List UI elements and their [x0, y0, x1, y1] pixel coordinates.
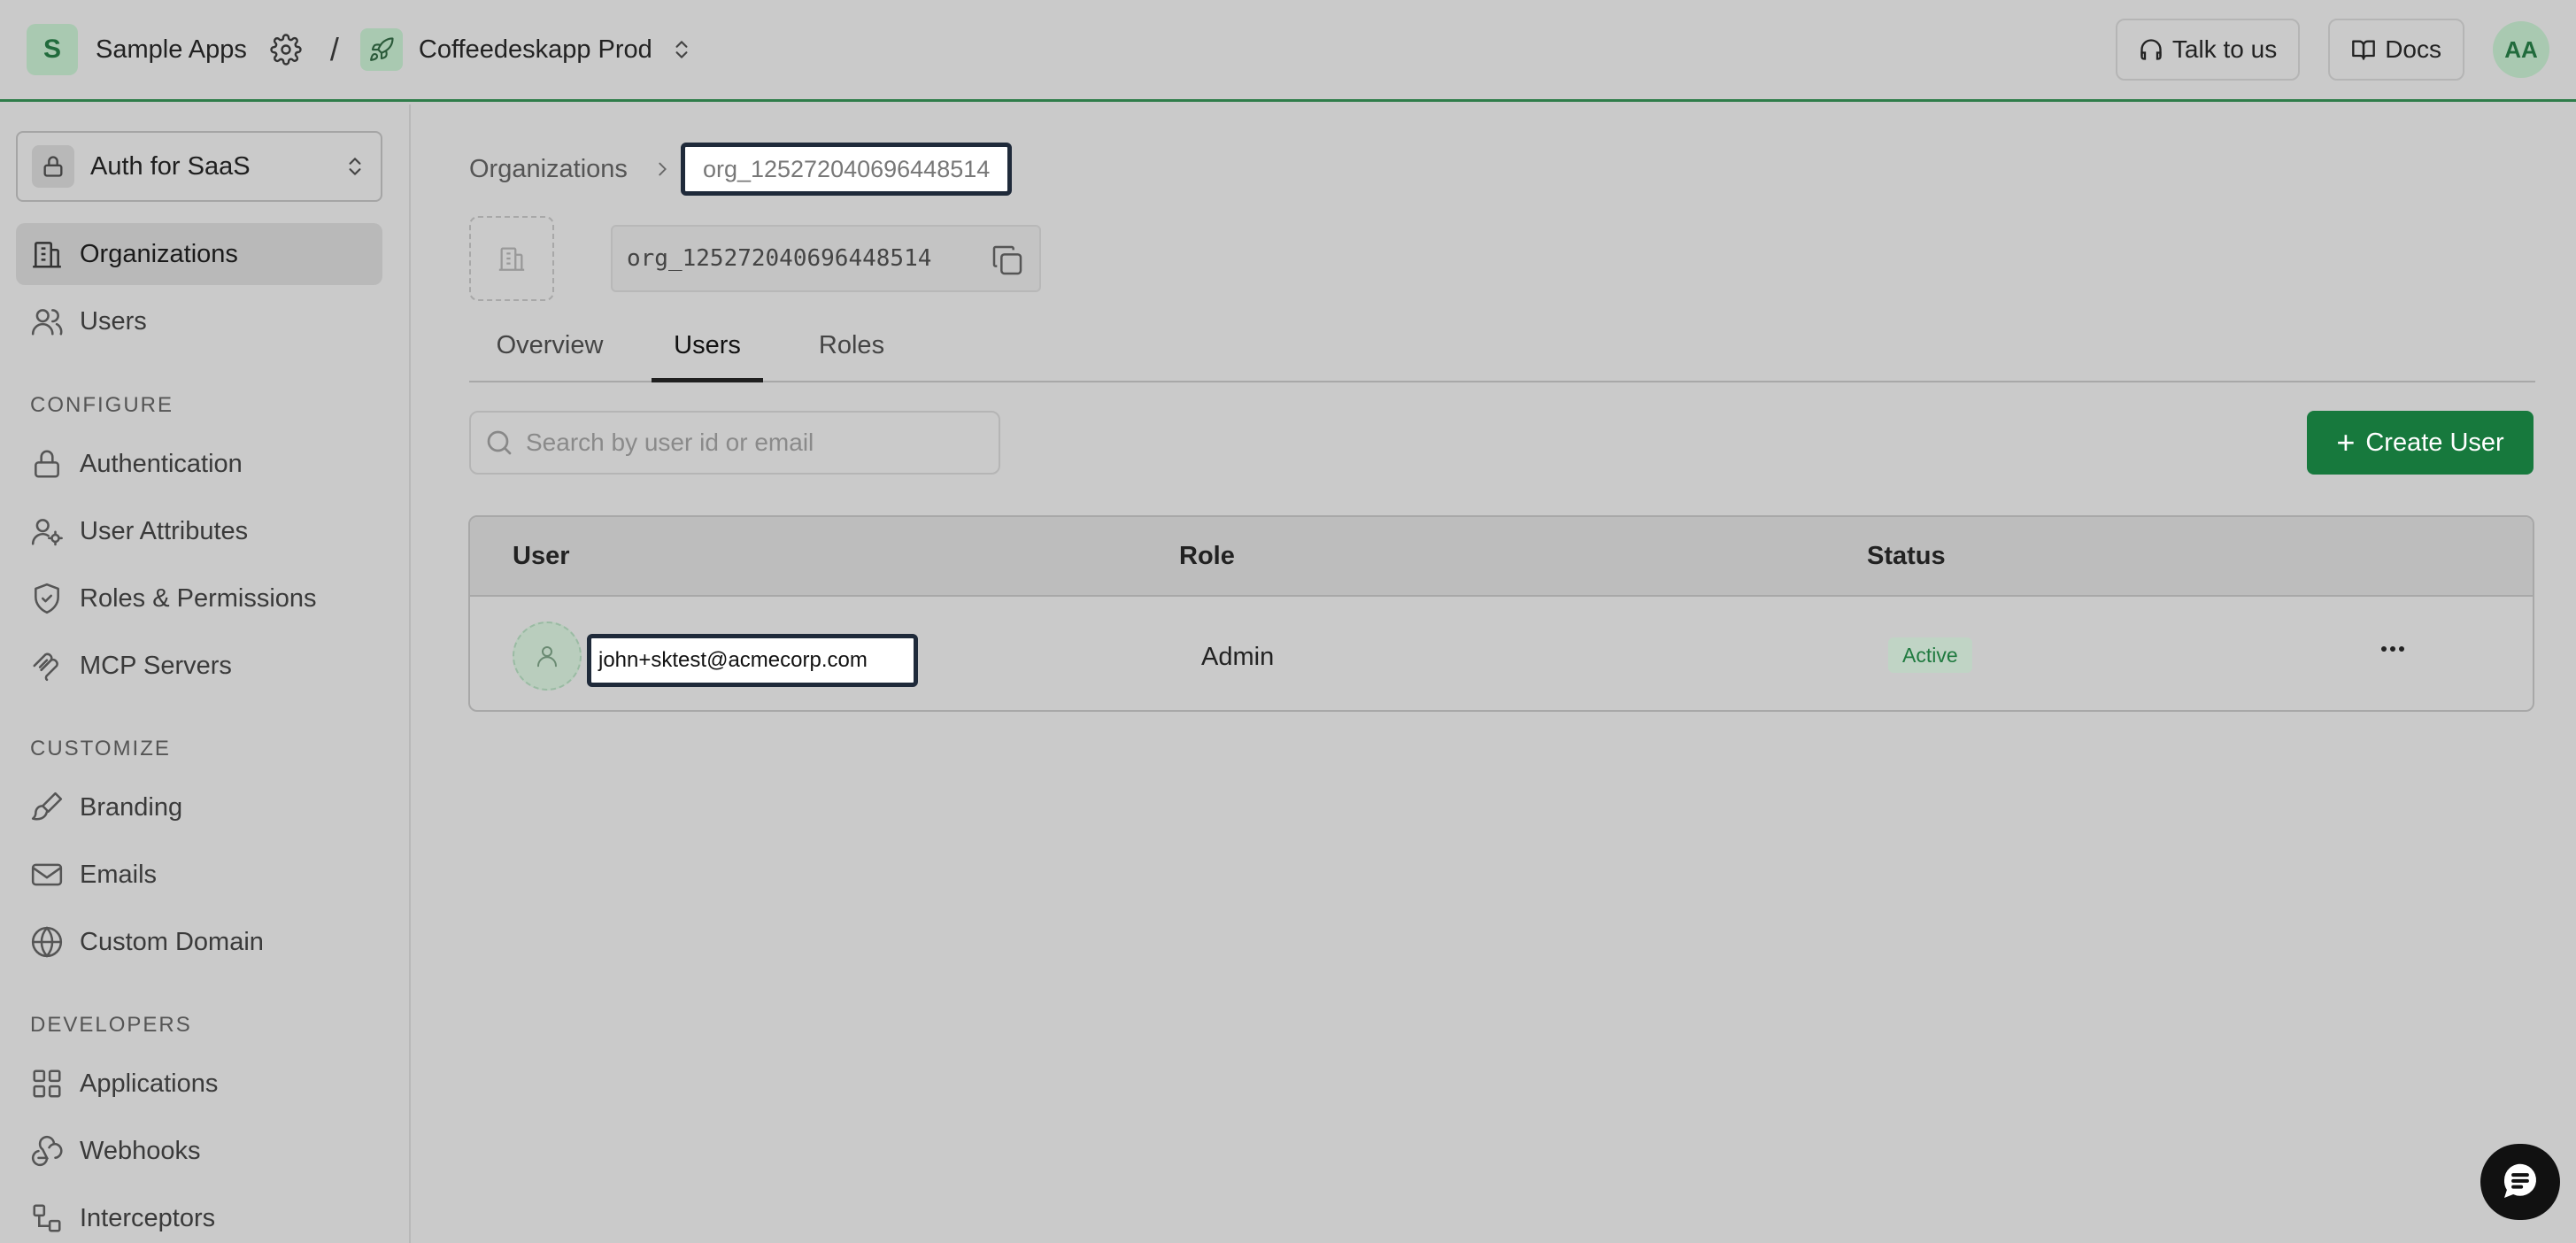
headphones-icon — [2140, 39, 2162, 60]
users-icon — [31, 309, 63, 336]
mail-icon — [31, 863, 63, 886]
workspace-name[interactable]: Sample Apps — [96, 35, 247, 65]
sidebar-item-user-attributes[interactable]: User Attributes — [16, 500, 382, 562]
tab-bar: Overview Users Roles — [469, 320, 2535, 382]
sidebar-item-label: Interceptors — [80, 1203, 216, 1232]
section-label-customize: CUSTOMIZE — [30, 737, 171, 760]
book-icon — [2352, 40, 2376, 60]
copy-icon[interactable] — [990, 243, 1025, 278]
table-header: User Role Status — [470, 517, 2533, 597]
chevron-up-down-icon — [343, 153, 366, 180]
environment-name[interactable]: Coffeedeskapp Prod — [419, 35, 652, 65]
chevron-right-icon — [652, 156, 672, 182]
users-table: User Role Status john+sktest@acmecorp.co… — [468, 515, 2534, 712]
create-user-label: Create User — [2365, 428, 2504, 457]
sidebar: Auth for SaaS Organizations Users CONFIG… — [0, 104, 411, 1243]
plus-icon: + — [2336, 424, 2356, 460]
workspace-avatar[interactable]: S — [27, 24, 78, 75]
sidebar-item-label: Webhooks — [80, 1136, 201, 1165]
sidebar-item-organizations[interactable]: Organizations — [16, 223, 382, 285]
building-icon — [33, 242, 61, 268]
interceptor-icon — [33, 1204, 61, 1232]
shield-icon — [35, 583, 59, 614]
user-search — [469, 411, 1000, 475]
sidebar-item-label: User Attributes — [80, 516, 249, 545]
gear-icon[interactable] — [270, 34, 302, 66]
create-user-button[interactable]: + Create User — [2307, 411, 2534, 475]
column-header-status: Status — [1867, 542, 1946, 570]
search-input[interactable] — [526, 428, 986, 457]
user-role: Admin — [1201, 643, 1275, 671]
sidebar-item-authentication[interactable]: Authentication — [16, 433, 382, 495]
top-actions: Talk to us Docs AA — [2087, 19, 2549, 81]
tab-roles[interactable]: Roles — [807, 320, 896, 382]
section-label-developers: DEVELOPERS — [30, 1013, 192, 1037]
top-bar: S Sample Apps / Coffeedeskapp Prod Talk … — [0, 0, 2576, 102]
sidebar-item-label: Roles & Permissions — [80, 583, 317, 613]
breadcrumb: Organizations org_125272040696448514 — [469, 142, 1013, 197]
table-row[interactable]: john+sktest@acmecorp.com Admin Active — [470, 598, 2533, 710]
column-header-role: Role — [1179, 542, 1235, 570]
brush-icon — [31, 791, 63, 821]
sidebar-item-custom-domain[interactable]: Custom Domain — [16, 911, 382, 973]
sidebar-item-users[interactable]: Users — [16, 290, 382, 352]
docs-button[interactable]: Docs — [2328, 19, 2464, 81]
org-id-value: org_125272040696448514 — [627, 245, 932, 272]
chevron-up-down-icon[interactable] — [670, 36, 693, 63]
webhook-icon — [31, 1135, 63, 1167]
sidebar-item-mcp-servers[interactable]: MCP Servers — [16, 635, 382, 697]
chat-support-icon[interactable] — [2480, 1144, 2560, 1220]
globe-icon — [31, 926, 63, 958]
sidebar-item-label: Authentication — [80, 449, 243, 478]
sidebar-item-interceptors[interactable]: Interceptors — [16, 1187, 382, 1243]
talk-to-us-button[interactable]: Talk to us — [2115, 19, 2301, 81]
sidebar-item-applications[interactable]: Applications — [16, 1053, 382, 1115]
column-header-user: User — [513, 542, 570, 570]
sidebar-item-webhooks[interactable]: Webhooks — [16, 1120, 382, 1182]
docs-label: Docs — [2385, 35, 2441, 63]
app-selector-label: Auth for SaaS — [90, 151, 251, 181]
org-id-field: org_125272040696448514 — [611, 225, 1041, 292]
mcp-icon — [33, 652, 58, 682]
sidebar-item-label: Emails — [80, 860, 158, 889]
sidebar-item-label: Applications — [80, 1069, 219, 1098]
app-selector[interactable]: Auth for SaaS — [16, 131, 382, 202]
grid-icon — [33, 1069, 61, 1098]
building-icon — [498, 247, 525, 271]
sidebar-item-label: Organizations — [80, 239, 238, 268]
breadcrumb-organizations-link[interactable]: Organizations — [469, 155, 628, 184]
sidebar-item-label: Branding — [80, 792, 183, 822]
sidebar-item-label: Custom Domain — [80, 927, 264, 956]
user-gear-icon — [31, 519, 63, 546]
tab-overview[interactable]: Overview — [490, 320, 609, 382]
user-icon — [537, 646, 557, 668]
sidebar-item-label: Users — [80, 306, 147, 336]
breadcrumb-separator: / — [329, 31, 339, 67]
tab-users[interactable]: Users — [652, 320, 763, 382]
lock-icon — [32, 145, 74, 188]
avatar — [513, 622, 582, 691]
user-email[interactable]: john+sktest@acmecorp.com — [587, 634, 918, 687]
rocket-icon[interactable] — [359, 28, 403, 71]
sidebar-item-roles-permissions[interactable]: Roles & Permissions — [16, 567, 382, 629]
more-options-icon[interactable] — [2375, 636, 2410, 662]
status-badge: Active — [1888, 637, 1972, 673]
sidebar-item-label: MCP Servers — [80, 651, 232, 680]
talk-to-us-label: Talk to us — [2171, 35, 2278, 63]
user-avatar[interactable]: AA — [2493, 21, 2549, 78]
search-icon — [487, 430, 512, 455]
sidebar-item-branding[interactable]: Branding — [16, 776, 382, 838]
lock-icon — [35, 450, 59, 478]
breadcrumb-current-org[interactable]: org_125272040696448514 — [680, 143, 1013, 196]
sidebar-item-emails[interactable]: Emails — [16, 844, 382, 906]
org-logo-placeholder[interactable] — [469, 216, 554, 301]
section-label-configure: CONFIGURE — [30, 393, 174, 417]
